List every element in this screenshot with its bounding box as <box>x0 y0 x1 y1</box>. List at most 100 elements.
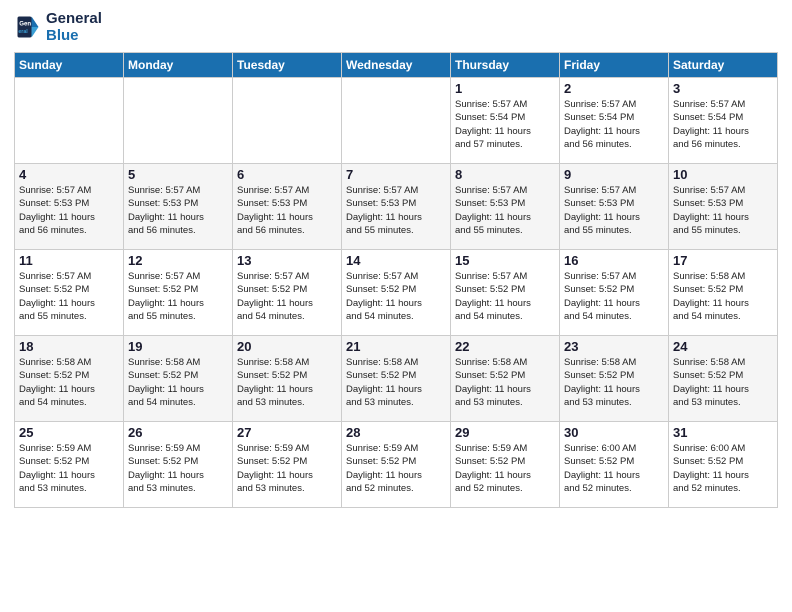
day-info: Sunrise: 5:59 AM Sunset: 5:52 PM Dayligh… <box>128 442 228 495</box>
day-number: 10 <box>673 167 773 182</box>
calendar-cell <box>124 78 233 164</box>
day-info: Sunrise: 5:59 AM Sunset: 5:52 PM Dayligh… <box>237 442 337 495</box>
header: Gen eral General Blue <box>14 10 778 44</box>
calendar-cell: 20 Sunrise: 5:58 AM Sunset: 5:52 PM Dayli… <box>233 336 342 422</box>
calendar-cell: 14 Sunrise: 5:57 AM Sunset: 5:52 PM Dayli… <box>342 250 451 336</box>
column-header-friday: Friday <box>560 53 669 78</box>
day-info: Sunrise: 5:57 AM Sunset: 5:52 PM Dayligh… <box>237 270 337 323</box>
day-number: 12 <box>128 253 228 268</box>
day-info: Sunrise: 5:58 AM Sunset: 5:52 PM Dayligh… <box>455 356 555 409</box>
day-number: 26 <box>128 425 228 440</box>
page-container: Gen eral General Blue SundayMondayTuesda… <box>0 0 792 518</box>
calendar-week-5: 25 Sunrise: 5:59 AM Sunset: 5:52 PM Dayli… <box>15 422 778 508</box>
day-info: Sunrise: 5:57 AM Sunset: 5:52 PM Dayligh… <box>564 270 664 323</box>
day-number: 17 <box>673 253 773 268</box>
calendar-body: 1 Sunrise: 5:57 AM Sunset: 5:54 PM Daylig… <box>15 78 778 508</box>
day-info: Sunrise: 5:57 AM Sunset: 5:52 PM Dayligh… <box>19 270 119 323</box>
calendar-cell: 18 Sunrise: 5:58 AM Sunset: 5:52 PM Dayli… <box>15 336 124 422</box>
day-info: Sunrise: 5:59 AM Sunset: 5:52 PM Dayligh… <box>346 442 446 495</box>
day-number: 13 <box>237 253 337 268</box>
calendar-cell: 26 Sunrise: 5:59 AM Sunset: 5:52 PM Dayli… <box>124 422 233 508</box>
column-header-sunday: Sunday <box>15 53 124 78</box>
calendar-week-2: 4 Sunrise: 5:57 AM Sunset: 5:53 PM Daylig… <box>15 164 778 250</box>
calendar-cell: 13 Sunrise: 5:57 AM Sunset: 5:52 PM Dayli… <box>233 250 342 336</box>
calendar-cell: 29Sunrise: 5:59 AM Sunset: 5:52 PM Dayli… <box>451 422 560 508</box>
calendar-cell: 11 Sunrise: 5:57 AM Sunset: 5:52 PM Dayli… <box>15 250 124 336</box>
logo: Gen eral General Blue <box>14 10 102 44</box>
day-info: Sunrise: 5:57 AM Sunset: 5:52 PM Dayligh… <box>455 270 555 323</box>
svg-text:Gen: Gen <box>19 20 31 27</box>
calendar-cell <box>233 78 342 164</box>
day-number: 15 <box>455 253 555 268</box>
calendar-cell: 25 Sunrise: 5:59 AM Sunset: 5:52 PM Dayli… <box>15 422 124 508</box>
column-header-tuesday: Tuesday <box>233 53 342 78</box>
calendar-cell: 28 Sunrise: 5:59 AM Sunset: 5:52 PM Dayli… <box>342 422 451 508</box>
day-number: 3 <box>673 81 773 96</box>
calendar-cell: 30 Sunrise: 6:00 AM Sunset: 5:52 PM Dayli… <box>560 422 669 508</box>
day-number: 25 <box>19 425 119 440</box>
calendar-cell: 24Sunrise: 5:58 AM Sunset: 5:52 PM Dayli… <box>669 336 778 422</box>
day-info: Sunrise: 5:57 AM Sunset: 5:53 PM Dayligh… <box>128 184 228 237</box>
day-info: Sunrise: 5:58 AM Sunset: 5:52 PM Dayligh… <box>673 356 773 409</box>
day-number: 20 <box>237 339 337 354</box>
day-number: 16 <box>564 253 664 268</box>
day-info: Sunrise: 5:57 AM Sunset: 5:54 PM Dayligh… <box>564 98 664 151</box>
calendar-table: SundayMondayTuesdayWednesdayThursdayFrid… <box>14 52 778 508</box>
svg-text:eral: eral <box>18 29 28 35</box>
calendar-cell: 7Sunrise: 5:57 AM Sunset: 5:53 PM Daylig… <box>342 164 451 250</box>
calendar-cell: 17 Sunrise: 5:58 AM Sunset: 5:52 PM Dayli… <box>669 250 778 336</box>
calendar-cell: 1 Sunrise: 5:57 AM Sunset: 5:54 PM Daylig… <box>451 78 560 164</box>
calendar-cell: 6 Sunrise: 5:57 AM Sunset: 5:53 PM Daylig… <box>233 164 342 250</box>
day-info: Sunrise: 5:57 AM Sunset: 5:53 PM Dayligh… <box>19 184 119 237</box>
day-info: Sunrise: 5:58 AM Sunset: 5:52 PM Dayligh… <box>346 356 446 409</box>
day-number: 14 <box>346 253 446 268</box>
day-info: Sunrise: 6:00 AM Sunset: 5:52 PM Dayligh… <box>564 442 664 495</box>
day-number: 28 <box>346 425 446 440</box>
calendar-cell: 22 Sunrise: 5:58 AM Sunset: 5:52 PM Dayli… <box>451 336 560 422</box>
calendar-cell: 12 Sunrise: 5:57 AM Sunset: 5:52 PM Dayli… <box>124 250 233 336</box>
day-info: Sunrise: 5:57 AM Sunset: 5:53 PM Dayligh… <box>237 184 337 237</box>
day-number: 1 <box>455 81 555 96</box>
calendar-cell: 10 Sunrise: 5:57 AM Sunset: 5:53 PM Dayli… <box>669 164 778 250</box>
calendar-header-row: SundayMondayTuesdayWednesdayThursdayFrid… <box>15 53 778 78</box>
day-info: Sunrise: 5:59 AM Sunset: 5:52 PM Dayligh… <box>19 442 119 495</box>
day-number: 11 <box>19 253 119 268</box>
column-header-thursday: Thursday <box>451 53 560 78</box>
day-info: Sunrise: 6:00 AM Sunset: 5:52 PM Dayligh… <box>673 442 773 495</box>
day-info: Sunrise: 5:58 AM Sunset: 5:52 PM Dayligh… <box>564 356 664 409</box>
calendar-cell: 16 Sunrise: 5:57 AM Sunset: 5:52 PM Dayli… <box>560 250 669 336</box>
calendar-cell: 9Sunrise: 5:57 AM Sunset: 5:53 PM Daylig… <box>560 164 669 250</box>
day-info: Sunrise: 5:57 AM Sunset: 5:52 PM Dayligh… <box>128 270 228 323</box>
day-number: 30 <box>564 425 664 440</box>
day-number: 19 <box>128 339 228 354</box>
calendar-cell: 3 Sunrise: 5:57 AM Sunset: 5:54 PM Daylig… <box>669 78 778 164</box>
day-number: 23 <box>564 339 664 354</box>
calendar-cell: 31 Sunrise: 6:00 AM Sunset: 5:52 PM Dayli… <box>669 422 778 508</box>
calendar-cell: 27Sunrise: 5:59 AM Sunset: 5:52 PM Dayli… <box>233 422 342 508</box>
day-number: 6 <box>237 167 337 182</box>
logo-text: General Blue <box>46 10 102 44</box>
day-number: 22 <box>455 339 555 354</box>
calendar-cell: 23 Sunrise: 5:58 AM Sunset: 5:52 PM Dayli… <box>560 336 669 422</box>
day-info: Sunrise: 5:57 AM Sunset: 5:54 PM Dayligh… <box>455 98 555 151</box>
day-number: 4 <box>19 167 119 182</box>
calendar-cell: 8Sunrise: 5:57 AM Sunset: 5:53 PM Daylig… <box>451 164 560 250</box>
day-info: Sunrise: 5:58 AM Sunset: 5:52 PM Dayligh… <box>19 356 119 409</box>
day-info: Sunrise: 5:57 AM Sunset: 5:54 PM Dayligh… <box>673 98 773 151</box>
day-info: Sunrise: 5:57 AM Sunset: 5:53 PM Dayligh… <box>346 184 446 237</box>
day-info: Sunrise: 5:59 AM Sunset: 5:52 PM Dayligh… <box>455 442 555 495</box>
calendar-cell <box>15 78 124 164</box>
day-number: 31 <box>673 425 773 440</box>
calendar-cell: 15 Sunrise: 5:57 AM Sunset: 5:52 PM Dayli… <box>451 250 560 336</box>
day-info: Sunrise: 5:58 AM Sunset: 5:52 PM Dayligh… <box>128 356 228 409</box>
day-number: 18 <box>19 339 119 354</box>
day-info: Sunrise: 5:58 AM Sunset: 5:52 PM Dayligh… <box>673 270 773 323</box>
calendar-cell: 21Sunrise: 5:58 AM Sunset: 5:52 PM Dayli… <box>342 336 451 422</box>
calendar-week-1: 1 Sunrise: 5:57 AM Sunset: 5:54 PM Daylig… <box>15 78 778 164</box>
day-info: Sunrise: 5:57 AM Sunset: 5:52 PM Dayligh… <box>346 270 446 323</box>
day-info: Sunrise: 5:58 AM Sunset: 5:52 PM Dayligh… <box>237 356 337 409</box>
day-info: Sunrise: 5:57 AM Sunset: 5:53 PM Dayligh… <box>564 184 664 237</box>
calendar-week-3: 11 Sunrise: 5:57 AM Sunset: 5:52 PM Dayli… <box>15 250 778 336</box>
day-info: Sunrise: 5:57 AM Sunset: 5:53 PM Dayligh… <box>673 184 773 237</box>
column-header-wednesday: Wednesday <box>342 53 451 78</box>
